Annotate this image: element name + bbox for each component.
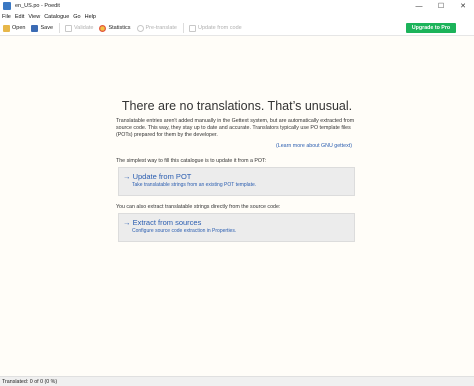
menu-help[interactable]: Help [85,14,96,20]
empty-state-heading: There are no translations. That’s unusua… [121,99,353,113]
window-title: en_US.po - Poedit [15,3,60,9]
toolbar: Open Save Validate Statistics Pre-transl… [0,21,474,36]
extract-hint-text: You can also extract translatable string… [116,204,281,210]
pretranslate-label: Pre-translate [145,25,178,31]
close-button[interactable]: ✕ [452,0,474,12]
save-label: Save [40,25,54,31]
toolbar-separator [59,23,61,33]
update-from-code-button[interactable]: Update from code [189,24,242,32]
menu-edit[interactable]: Edit [15,14,24,20]
update-from-pot-subtitle: Take translatable strings from an existi… [132,182,257,188]
extract-from-sources-title: → Extract from sources [123,218,202,227]
menu-view[interactable]: View [28,14,40,20]
upgrade-to-pro-button[interactable]: Upgrade to Pro [406,23,456,33]
menu-go[interactable]: Go [73,14,80,20]
validate-label: Validate [74,25,94,31]
status-bar: Translated: 0 of 0 (0 %) [0,376,474,386]
minimize-button[interactable]: — [408,0,430,12]
poedit-app-icon [3,2,11,10]
statistics-button[interactable]: Statistics [99,24,131,32]
update-icon [189,24,196,32]
maximize-button[interactable]: ☐ [430,0,452,12]
open-label: Open [12,25,26,31]
title-bar: en_US.po - Poedit — ☐ ✕ [0,0,474,12]
save-button[interactable]: Save [31,24,54,32]
menu-catalogue[interactable]: Catalogue [44,14,69,20]
extract-from-sources-button[interactable]: → Extract from sources Configure source … [118,213,355,242]
simplest-way-text: The simplest way to fill this catalogue … [116,158,267,164]
checkmark-icon [65,24,73,32]
statistics-label: Statistics [108,25,131,31]
learn-more-link[interactable]: (Learn more about GNU gettext) [276,143,352,149]
pretranslate-button[interactable]: Pre-translate [136,24,178,32]
folder-icon [3,24,10,32]
update-from-pot-title: → Update from POT [123,172,192,181]
open-button[interactable]: Open [3,24,26,32]
pretranslate-icon [136,24,144,32]
update-from-pot-button[interactable]: → Update from POT Take translatable stri… [118,167,355,196]
empty-state-description: Translatable entries aren't added manual… [116,118,355,138]
translation-status: Translated: 0 of 0 (0 %) [2,378,58,385]
extract-from-sources-subtitle: Configure source code extraction in Prop… [132,228,237,234]
menu-bar: File Edit View Catalogue Go Help [0,12,474,21]
menu-file[interactable]: File [2,14,11,20]
window-controls: — ☐ ✕ [408,0,474,12]
pie-chart-icon [99,24,107,32]
update-from-code-label: Update from code [198,25,242,31]
toolbar-separator [183,23,184,33]
validate-button[interactable]: Validate [65,24,94,32]
floppy-disk-icon [31,24,39,32]
